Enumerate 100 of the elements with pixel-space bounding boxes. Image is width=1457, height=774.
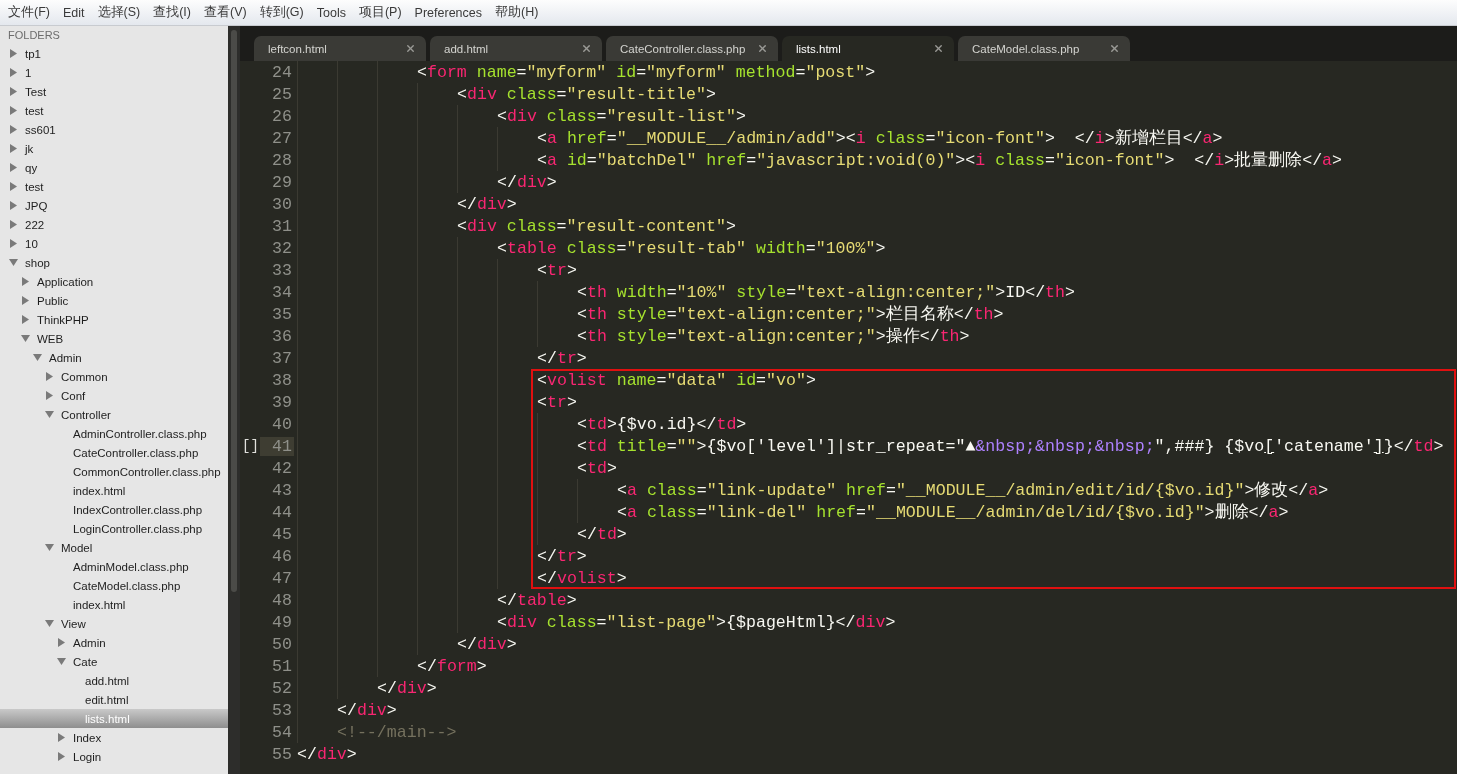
folder-item[interactable]: 222 — [0, 215, 228, 234]
expand-arrow-icon[interactable] — [57, 638, 66, 647]
expand-arrow-icon[interactable] — [9, 144, 18, 153]
code-line: </volist> — [537, 568, 627, 588]
file-tab[interactable]: lists.html — [782, 36, 954, 61]
code-line: </td> — [577, 524, 627, 544]
folder-item[interactable]: Public — [0, 291, 228, 310]
code-line: <td>{$vo.id}</td> — [577, 414, 747, 434]
file-item[interactable]: IndexController.class.php — [0, 500, 228, 519]
expand-arrow-icon[interactable] — [45, 391, 54, 400]
expand-arrow-icon[interactable] — [57, 733, 66, 742]
expand-arrow-icon[interactable] — [21, 277, 30, 286]
file-item[interactable]: CateController.class.php — [0, 443, 228, 462]
code-line: <div class="result-content"> — [457, 216, 736, 236]
collapse-arrow-icon[interactable] — [45, 410, 54, 419]
folder-item[interactable]: 1 — [0, 63, 228, 82]
menu-item[interactable]: 文件(F) — [2, 4, 57, 21]
folder-item[interactable]: Index — [0, 728, 228, 747]
collapse-arrow-icon[interactable] — [57, 657, 66, 666]
scrollbar[interactable] — [228, 26, 240, 774]
folder-item[interactable]: Conf — [0, 386, 228, 405]
close-icon[interactable] — [405, 43, 416, 54]
line-number: 46 — [271, 546, 293, 566]
line-number: 47 — [271, 568, 293, 588]
folder-item[interactable]: ss601 — [0, 120, 228, 139]
folder-item[interactable]: Login — [0, 747, 228, 766]
file-tab[interactable]: CateModel.class.php — [958, 36, 1130, 61]
code-line: <tr> — [537, 392, 577, 412]
folder-item[interactable]: qy — [0, 158, 228, 177]
expand-arrow-icon[interactable] — [9, 68, 18, 77]
menu-item[interactable]: 查找(I) — [147, 4, 198, 21]
folder-item[interactable]: Controller — [0, 405, 228, 424]
folder-item[interactable]: Model — [0, 538, 228, 557]
file-tab[interactable]: leftcon.html — [254, 36, 426, 61]
collapse-arrow-icon[interactable] — [21, 334, 30, 343]
folder-item[interactable]: 10 — [0, 234, 228, 253]
menu-item[interactable]: 帮助(H) — [489, 4, 546, 21]
folder-item[interactable]: jk — [0, 139, 228, 158]
line-number: 54 — [271, 722, 293, 742]
expand-arrow-icon[interactable] — [21, 296, 30, 305]
file-item[interactable]: CommonController.class.php — [0, 462, 228, 481]
menu-item[interactable]: 项目(P) — [352, 4, 409, 21]
folder-item[interactable]: Admin — [0, 633, 228, 652]
line-number: 30 — [271, 194, 293, 214]
expand-arrow-icon[interactable] — [9, 201, 18, 210]
collapse-arrow-icon[interactable] — [33, 353, 42, 362]
folder-item[interactable]: View — [0, 614, 228, 633]
folder-item[interactable]: Cate — [0, 652, 228, 671]
collapse-arrow-icon[interactable] — [45, 543, 54, 552]
close-icon[interactable] — [581, 43, 592, 54]
expand-arrow-icon[interactable] — [9, 49, 18, 58]
expand-arrow-icon[interactable] — [9, 125, 18, 134]
close-icon[interactable] — [1109, 43, 1120, 54]
file-item[interactable]: LoginController.class.php — [0, 519, 228, 538]
line-number: 37 — [271, 348, 293, 368]
expand-arrow-icon[interactable] — [21, 315, 30, 324]
expand-arrow-icon[interactable] — [9, 220, 18, 229]
collapse-arrow-icon[interactable] — [45, 619, 54, 628]
folder-item[interactable]: Common — [0, 367, 228, 386]
file-tab[interactable]: add.html — [430, 36, 602, 61]
folder-item[interactable]: tp1 — [0, 44, 228, 63]
folder-item[interactable]: WEB — [0, 329, 228, 348]
close-icon[interactable] — [757, 43, 768, 54]
collapse-arrow-icon[interactable] — [9, 258, 18, 267]
folder-item[interactable]: Test — [0, 82, 228, 101]
file-item[interactable]: edit.html — [0, 690, 228, 709]
expand-arrow-icon[interactable] — [9, 163, 18, 172]
folder-item[interactable]: Application — [0, 272, 228, 291]
line-number: 36 — [271, 326, 293, 346]
code-line: </form> — [417, 656, 487, 676]
line-number: 34 — [271, 282, 293, 302]
menu-item[interactable]: Edit — [56, 5, 92, 20]
folder-item[interactable]: JPQ — [0, 196, 228, 215]
code-line: <th style="text-align:center;">操作</th> — [577, 326, 970, 347]
file-item[interactable]: AdminController.class.php — [0, 424, 228, 443]
line-number: 53 — [271, 700, 293, 720]
folder-item[interactable]: Admin — [0, 348, 228, 367]
menu-item[interactable]: 转到(G) — [253, 4, 311, 21]
expand-arrow-icon[interactable] — [9, 87, 18, 96]
file-item[interactable]: CateModel.class.php — [0, 576, 228, 595]
expand-arrow-icon[interactable] — [9, 182, 18, 191]
menu-item[interactable]: 选择(S) — [91, 4, 148, 21]
menu-item[interactable]: Preferences — [408, 5, 489, 20]
folder-item[interactable]: test — [0, 101, 228, 120]
file-tab[interactable]: CateController.class.php — [606, 36, 778, 61]
file-item[interactable]: index.html — [0, 481, 228, 500]
menu-item[interactable]: 查看(V) — [198, 4, 254, 21]
close-icon[interactable] — [933, 43, 944, 54]
folder-item[interactable]: test — [0, 177, 228, 196]
line-number: 41 — [260, 436, 294, 456]
file-item[interactable]: add.html — [0, 671, 228, 690]
expand-arrow-icon[interactable] — [45, 372, 54, 381]
file-item[interactable]: index.html — [0, 595, 228, 614]
expand-arrow-icon[interactable] — [57, 752, 66, 761]
expand-arrow-icon[interactable] — [9, 106, 18, 115]
expand-arrow-icon[interactable] — [9, 239, 18, 248]
folder-item[interactable]: ThinkPHP — [0, 310, 228, 329]
file-item[interactable]: AdminModel.class.php — [0, 557, 228, 576]
folder-item[interactable]: shop — [0, 253, 228, 272]
menu-item[interactable]: Tools — [310, 5, 353, 20]
